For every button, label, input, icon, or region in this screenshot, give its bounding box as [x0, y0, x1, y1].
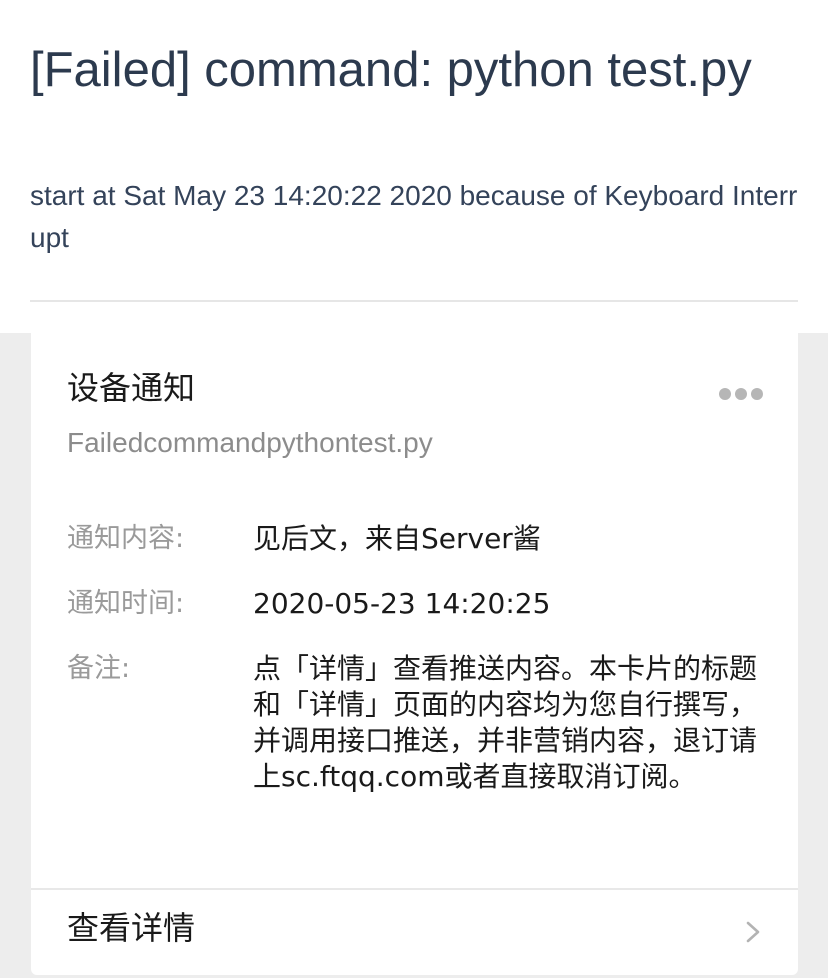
notification-page: [Failed] command: python test.py start a…	[0, 0, 828, 978]
dot	[751, 388, 763, 400]
remark-value: 点「详情」查看推送内容。本卡片的标题和「详情」页面的内容均为您自行撰写，并调用接…	[253, 652, 758, 793]
chevron-right-icon	[746, 921, 760, 943]
view-details-label: 查看详情	[67, 909, 196, 947]
more-options-icon[interactable]	[719, 387, 763, 401]
message-header: [Failed] command: python test.py start a…	[0, 0, 828, 333]
notification-card[interactable]: 设备通知 Failedcommandpythontest.py 通知内容: 见后…	[31, 333, 798, 975]
remark-label: 备注:	[67, 653, 131, 684]
header-divider	[30, 300, 798, 302]
content-label: 通知内容:	[67, 523, 185, 554]
page-subtitle: start at Sat May 23 14:20:22 2020 becaus…	[30, 180, 798, 253]
time-value: 2020-05-23 14:20:25	[253, 587, 551, 620]
view-details-button[interactable]: 查看详情	[31, 890, 798, 975]
card-title: 设备通知	[67, 369, 196, 407]
content-value: 见后文，来自Server酱	[253, 522, 541, 555]
time-label: 通知时间:	[67, 588, 185, 619]
dot	[719, 388, 731, 400]
card-subtitle: Failedcommandpythontest.py	[67, 427, 433, 458]
page-title: [Failed] command: python test.py	[30, 43, 752, 97]
dot	[735, 388, 747, 400]
